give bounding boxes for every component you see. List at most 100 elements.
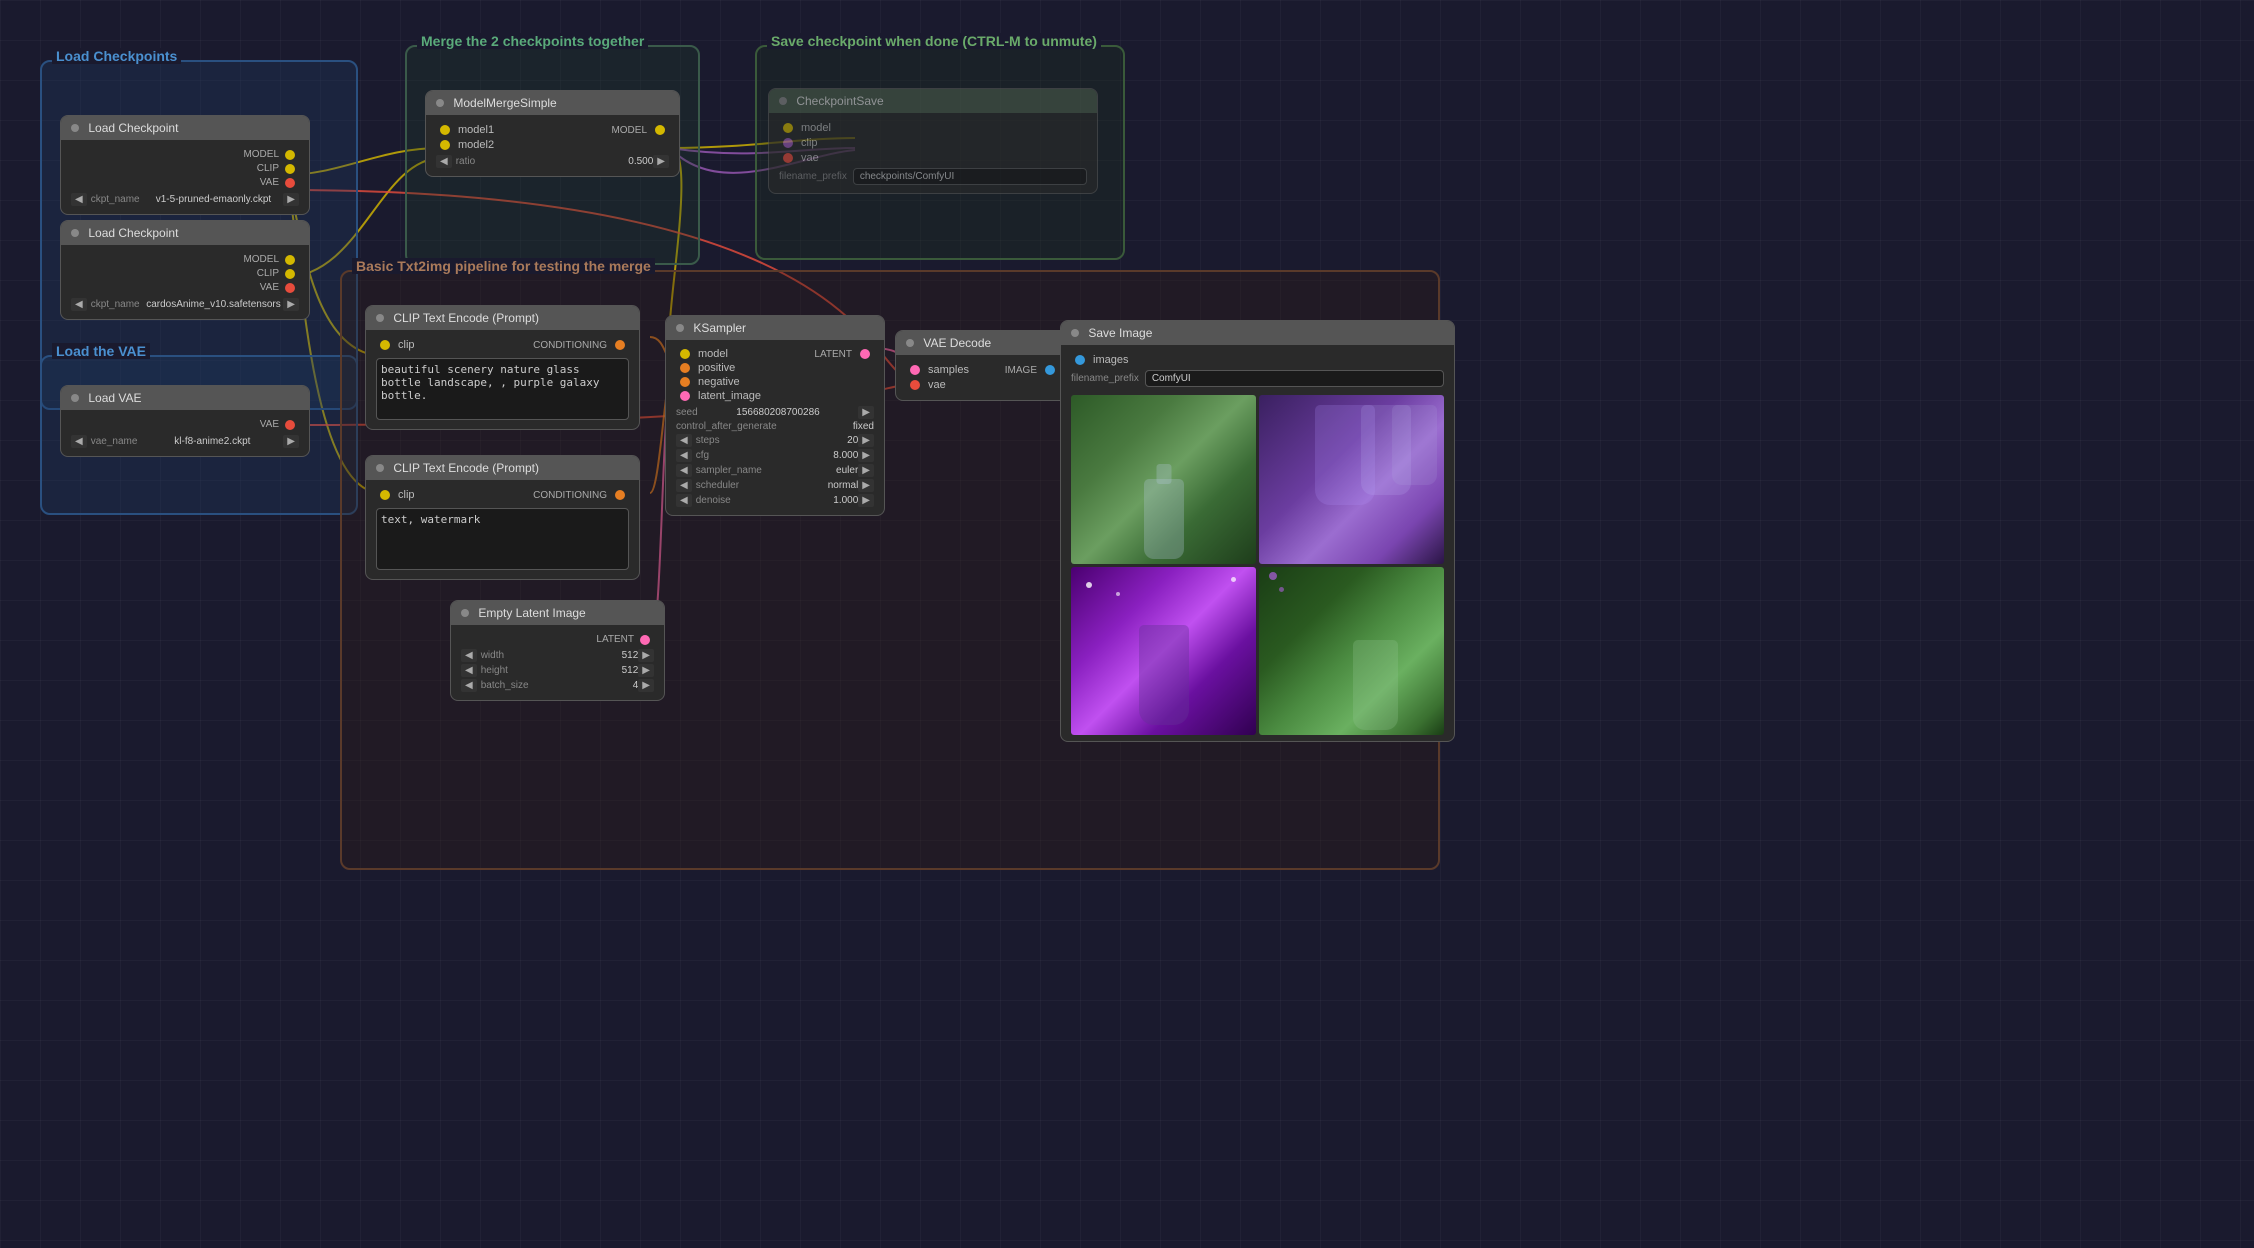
- ratio-next[interactable]: ▶: [653, 155, 669, 168]
- port-negative-in[interactable]: [680, 377, 690, 387]
- images-grid: [1071, 395, 1444, 735]
- node-body-clip-pos: clip CONDITIONING beautiful scenery natu…: [366, 330, 639, 429]
- prompt-neg-text[interactable]: text, watermark: [376, 508, 629, 570]
- ratio-prev[interactable]: ◀: [436, 155, 452, 168]
- batch-next[interactable]: ▶: [638, 679, 654, 692]
- cfg-prev[interactable]: ◀: [676, 449, 692, 462]
- port-latent-out-empty[interactable]: [640, 635, 650, 645]
- port-model-out-1[interactable]: [285, 150, 295, 160]
- height-row[interactable]: ◀ height 512 ▶: [461, 664, 654, 677]
- node-body-save-image: images filename_prefix: [1061, 345, 1454, 741]
- output-vae-2: VAE: [71, 282, 299, 293]
- port-clip-out-1[interactable]: [285, 164, 295, 174]
- filename-prefix-input-save[interactable]: [853, 168, 1087, 185]
- port-image-out-vaedecode[interactable]: [1045, 365, 1055, 375]
- group-title-load-checkpoints: Load Checkpoints: [52, 48, 181, 64]
- prompt-pos-text[interactable]: beautiful scenery nature glass bottle la…: [376, 358, 629, 420]
- port-vae-out-vae[interactable]: [285, 420, 295, 430]
- node-body-empty-latent: LATENT ◀ width 512 ▶ ◀ height 512 ▶ ◀ ba…: [451, 625, 664, 700]
- port-model-out-merge[interactable]: [655, 125, 665, 135]
- node-vae-decode[interactable]: VAE Decode samples IMAGE vae: [895, 330, 1070, 401]
- height-prev[interactable]: ◀: [461, 664, 477, 677]
- width-row[interactable]: ◀ width 512 ▶: [461, 649, 654, 662]
- seed-row[interactable]: seed 156680208700286 ▶: [676, 406, 874, 419]
- port-conditioning-out-neg[interactable]: [615, 490, 625, 500]
- ratio-row[interactable]: ◀ ratio 0.500 ▶: [436, 155, 669, 168]
- node-clip-encode-neg[interactable]: CLIP Text Encode (Prompt) clip CONDITION…: [365, 455, 640, 580]
- steps-next[interactable]: ▶: [858, 434, 874, 447]
- port-samples-in[interactable]: [910, 365, 920, 375]
- ckpt-name-row-1[interactable]: ◀ ckpt_name v1-5-pruned-emaonly.ckpt ▶: [71, 193, 299, 206]
- port-images-in[interactable]: [1075, 355, 1085, 365]
- port-latent-out-ksampler[interactable]: [860, 349, 870, 359]
- width-prev[interactable]: ◀: [461, 649, 477, 662]
- vae-name-row[interactable]: ◀ vae_name kl-f8-anime2.ckpt ▶: [71, 435, 299, 448]
- port-latent-in-ksampler[interactable]: [680, 391, 690, 401]
- width-next[interactable]: ▶: [638, 649, 654, 662]
- port-vae-in-vaedecode[interactable]: [910, 380, 920, 390]
- title-dot-2: [71, 229, 79, 237]
- seed-next[interactable]: ▶: [858, 406, 874, 419]
- filename-prefix-row-save-img[interactable]: filename_prefix: [1071, 370, 1444, 387]
- batch-prev[interactable]: ◀: [461, 679, 477, 692]
- port-model-in-save[interactable]: [783, 123, 793, 133]
- node-title-vae-decode: VAE Decode: [896, 331, 1069, 355]
- ckpt-next-1[interactable]: ▶: [283, 193, 299, 206]
- node-empty-latent[interactable]: Empty Latent Image LATENT ◀ width 512 ▶ …: [450, 600, 665, 701]
- sampler-row[interactable]: ◀ sampler_name euler ▶: [676, 464, 874, 477]
- control-row[interactable]: control_after_generate fixed: [676, 421, 874, 432]
- port-model1-in[interactable]: [440, 125, 450, 135]
- filename-prefix-row-save[interactable]: filename_prefix: [779, 168, 1087, 185]
- title-dot-vae-decode: [906, 339, 914, 347]
- port-clip-in-pos[interactable]: [380, 340, 390, 350]
- port-clip-out-2[interactable]: [285, 269, 295, 279]
- scheduler-row[interactable]: ◀ scheduler normal ▶: [676, 479, 874, 492]
- sampler-prev[interactable]: ◀: [676, 464, 692, 477]
- node-clip-encode-pos[interactable]: CLIP Text Encode (Prompt) clip CONDITION…: [365, 305, 640, 430]
- port-clip-in-save[interactable]: [783, 138, 793, 148]
- height-next[interactable]: ▶: [638, 664, 654, 677]
- node-load-vae[interactable]: Load VAE VAE ◀ vae_name kl-f8-anime2.ckp…: [60, 385, 310, 457]
- denoise-next[interactable]: ▶: [858, 494, 874, 507]
- vae-next[interactable]: ▶: [283, 435, 299, 448]
- group-title-save: Save checkpoint when done (CTRL-M to unm…: [767, 33, 1101, 49]
- port-clip-in-neg[interactable]: [380, 490, 390, 500]
- group-title-load-vae: Load the VAE: [52, 343, 150, 359]
- steps-prev[interactable]: ◀: [676, 434, 692, 447]
- title-dot-vae: [71, 394, 79, 402]
- steps-row[interactable]: ◀ steps 20 ▶: [676, 434, 874, 447]
- ckpt-prev-1[interactable]: ◀: [71, 193, 87, 206]
- port-model-out-2[interactable]: [285, 255, 295, 265]
- port-positive-in[interactable]: [680, 363, 690, 373]
- cfg-row[interactable]: ◀ cfg 8.000 ▶: [676, 449, 874, 462]
- port-vae-in-save[interactable]: [783, 153, 793, 163]
- node-ksampler[interactable]: KSampler model LATENT positive negative …: [665, 315, 885, 516]
- output-clip-1: CLIP: [71, 163, 299, 174]
- port-vae-out-2[interactable]: [285, 283, 295, 293]
- ckpt-name-row-2[interactable]: ◀ ckpt_name cardosAnime_v10.safetensors …: [71, 298, 299, 311]
- node-checkpoint-save[interactable]: CheckpointSave model clip vae filename_p…: [768, 88, 1098, 194]
- node-title-load-checkpoint-1: Load Checkpoint: [61, 116, 309, 140]
- filename-prefix-input-save-img[interactable]: [1145, 370, 1444, 387]
- batch-row[interactable]: ◀ batch_size 4 ▶: [461, 679, 654, 692]
- cfg-next[interactable]: ▶: [858, 449, 874, 462]
- node-load-checkpoint-2[interactable]: Load Checkpoint MODEL CLIP VAE ◀ ckpt_na…: [60, 220, 310, 320]
- ckpt-prev-2[interactable]: ◀: [71, 298, 87, 311]
- scheduler-prev[interactable]: ◀: [676, 479, 692, 492]
- denoise-row[interactable]: ◀ denoise 1.000 ▶: [676, 494, 874, 507]
- port-model-in-ksampler[interactable]: [680, 349, 690, 359]
- sampler-next[interactable]: ▶: [858, 464, 874, 477]
- node-title-empty-latent: Empty Latent Image: [451, 601, 664, 625]
- denoise-prev[interactable]: ◀: [676, 494, 692, 507]
- port-conditioning-out-pos[interactable]: [615, 340, 625, 350]
- port-vae-out-1[interactable]: [285, 178, 295, 188]
- vae-prev[interactable]: ◀: [71, 435, 87, 448]
- node-model-merge[interactable]: ModelMergeSimple model1 MODEL model2 ◀ r…: [425, 90, 680, 177]
- ckpt-next-2[interactable]: ▶: [283, 298, 299, 311]
- node-body-1: MODEL CLIP VAE ◀ ckpt_name v1-5-pruned-e…: [61, 140, 309, 214]
- node-load-checkpoint-1[interactable]: Load Checkpoint MODEL CLIP VAE ◀ ckpt_na…: [60, 115, 310, 215]
- port-model2-in[interactable]: [440, 140, 450, 150]
- node-save-image[interactable]: Save Image images filename_prefix: [1060, 320, 1455, 742]
- scheduler-next[interactable]: ▶: [858, 479, 874, 492]
- node-body-vae: VAE ◀ vae_name kl-f8-anime2.ckpt ▶: [61, 410, 309, 456]
